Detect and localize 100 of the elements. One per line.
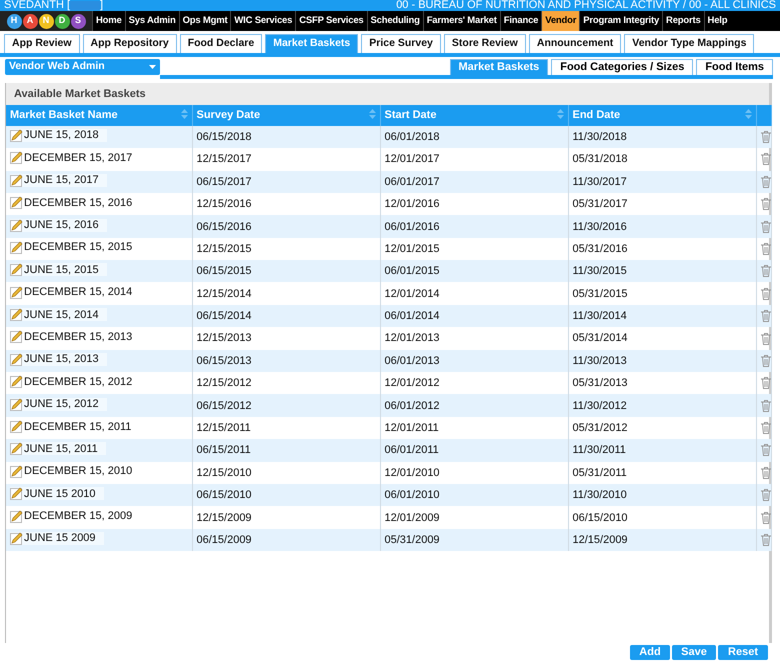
table-cell: 06/01/2015 — [380, 260, 568, 282]
trash-icon[interactable] — [760, 466, 770, 479]
tab[interactable]: Price Survey — [361, 34, 441, 53]
tab[interactable]: Announcement — [528, 34, 622, 53]
table-cell: 11/30/2016 — [568, 215, 756, 238]
basket-name-link[interactable]: DECEMBER 15, 2012 — [24, 376, 132, 388]
basket-name-link[interactable]: DECEMBER 15, 2009 — [24, 510, 132, 522]
table-cell: 06/15/2016 — [192, 215, 380, 238]
trash-icon[interactable] — [760, 220, 770, 233]
edit-icon[interactable] — [10, 398, 23, 411]
trash-icon[interactable] — [760, 130, 770, 143]
tab[interactable]: Food Declare — [180, 34, 262, 53]
sort-icon[interactable] — [368, 109, 376, 119]
basket-name-link[interactable]: DECEMBER 15, 2013 — [24, 330, 132, 343]
table-cell: 11/30/2013 — [568, 350, 756, 372]
table-cell: 11/30/2012 — [568, 394, 756, 417]
edit-icon[interactable] — [10, 532, 23, 545]
table-cell: 06/15/2015 — [192, 260, 380, 282]
menu-item[interactable]: Ops Mgmt — [178, 11, 230, 31]
trash-icon[interactable] — [760, 153, 770, 166]
table-cell: 06/01/2014 — [380, 304, 568, 328]
menu-item[interactable]: Help — [704, 11, 730, 31]
edit-icon[interactable] — [10, 286, 23, 299]
edit-icon[interactable] — [10, 375, 23, 388]
menu-item[interactable]: Farmers' Market — [422, 11, 500, 31]
trash-icon[interactable] — [760, 422, 770, 434]
sub-tab[interactable]: Food Categories / Sizes — [551, 58, 694, 75]
sort-icon[interactable] — [744, 109, 752, 119]
caret-icon — [148, 64, 156, 69]
basket-name-link[interactable]: DECEMBER 15, 2016 — [24, 196, 132, 209]
trash-icon[interactable] — [760, 288, 770, 300]
trash-icon[interactable] — [760, 444, 770, 456]
table-cell: 11/30/2011 — [568, 439, 756, 462]
sort-icon[interactable] — [180, 109, 188, 119]
sub-tab[interactable]: Food Items — [696, 58, 773, 75]
table-cell: 06/15/2012 — [192, 394, 380, 417]
edit-icon[interactable] — [10, 151, 23, 164]
bracket-text: ] — [100, 0, 104, 11]
tab[interactable]: Store Review — [444, 34, 526, 53]
trash-icon[interactable] — [760, 534, 770, 546]
trash-icon[interactable] — [760, 332, 770, 344]
edit-icon[interactable] — [10, 487, 23, 500]
table-cell: 06/01/2018 — [380, 126, 568, 148]
trash-icon[interactable] — [760, 176, 770, 188]
table-cell: 06/01/2011 — [380, 439, 568, 462]
table-cell: 06/15/2011 — [192, 439, 380, 462]
edit-icon[interactable] — [10, 240, 23, 254]
tab[interactable]: Vendor Type Mappings — [624, 34, 754, 53]
edit-icon[interactable] — [10, 218, 23, 232]
trash-icon[interactable] — [760, 265, 770, 278]
table-cell: 06/15/2010 — [192, 484, 380, 506]
edit-icon[interactable] — [10, 510, 23, 523]
edit-icon[interactable] — [10, 420, 23, 434]
logo: H A N D S — [0, 11, 92, 31]
trash-icon[interactable] — [760, 310, 770, 322]
basket-name-link[interactable]: DECEMBER 15, 2011 — [24, 420, 132, 433]
menu-item[interactable]: Vendor — [541, 11, 580, 31]
table-cell: 11/30/2017 — [568, 170, 756, 193]
edit-icon[interactable] — [10, 196, 23, 210]
table-cell: 11/30/2018 — [568, 126, 756, 148]
sort-icon[interactable] — [556, 109, 564, 119]
redacted-bar — [70, 0, 100, 10]
table-cell: 11/30/2014 — [568, 304, 756, 328]
table-cell: 06/01/2010 — [380, 484, 568, 506]
table-cell: 06/01/2013 — [380, 350, 568, 372]
trash-icon[interactable] — [760, 400, 770, 412]
tab[interactable]: App Review — [4, 34, 80, 53]
edit-icon[interactable] — [10, 464, 23, 478]
edit-icon[interactable] — [10, 330, 23, 344]
edit-icon[interactable] — [10, 263, 23, 276]
edit-icon[interactable] — [10, 308, 23, 322]
table-cell: 06/01/2012 — [380, 394, 568, 417]
basket-name-link[interactable]: DECEMBER 15, 2015 — [24, 241, 132, 254]
table-cell: 11/30/2010 — [568, 484, 756, 506]
basket-name-link[interactable]: DECEMBER 15, 2014 — [24, 286, 132, 298]
menu-item[interactable]: Finance — [500, 11, 542, 31]
user-name: SVEDANTH [ — [4, 0, 70, 11]
edit-icon[interactable] — [10, 352, 23, 366]
edit-icon[interactable] — [10, 442, 23, 456]
table-cell: 06/15/2017 — [192, 170, 380, 193]
menu-item[interactable]: Program Integrity — [579, 11, 662, 31]
table-cell: 06/15/2018 — [192, 126, 380, 148]
edit-icon[interactable] — [10, 128, 23, 142]
menu-item[interactable]: CSFP Services — [295, 11, 366, 31]
edit-icon[interactable] — [10, 174, 23, 187]
trash-icon[interactable] — [760, 512, 770, 524]
table-cell: 06/15/2014 — [192, 304, 380, 328]
trash-icon[interactable] — [760, 198, 770, 210]
basket-name-link[interactable]: DECEMBER 15, 2017 — [24, 152, 132, 164]
table-cell: 12/15/2009 — [568, 528, 756, 552]
tab[interactable]: App Repository — [82, 34, 177, 53]
basket-name-link[interactable]: DECEMBER 15, 2010 — [24, 465, 132, 478]
table-cell: 06/01/2017 — [380, 170, 568, 193]
trash-icon[interactable] — [760, 377, 770, 390]
table-cell: 06/15/2013 — [192, 350, 380, 372]
table-cell: 06/01/2016 — [380, 215, 568, 238]
table-cell: 06/15/2009 — [192, 528, 380, 552]
trash-icon[interactable] — [760, 242, 770, 255]
trash-icon[interactable] — [760, 489, 770, 502]
trash-icon[interactable] — [760, 354, 770, 367]
